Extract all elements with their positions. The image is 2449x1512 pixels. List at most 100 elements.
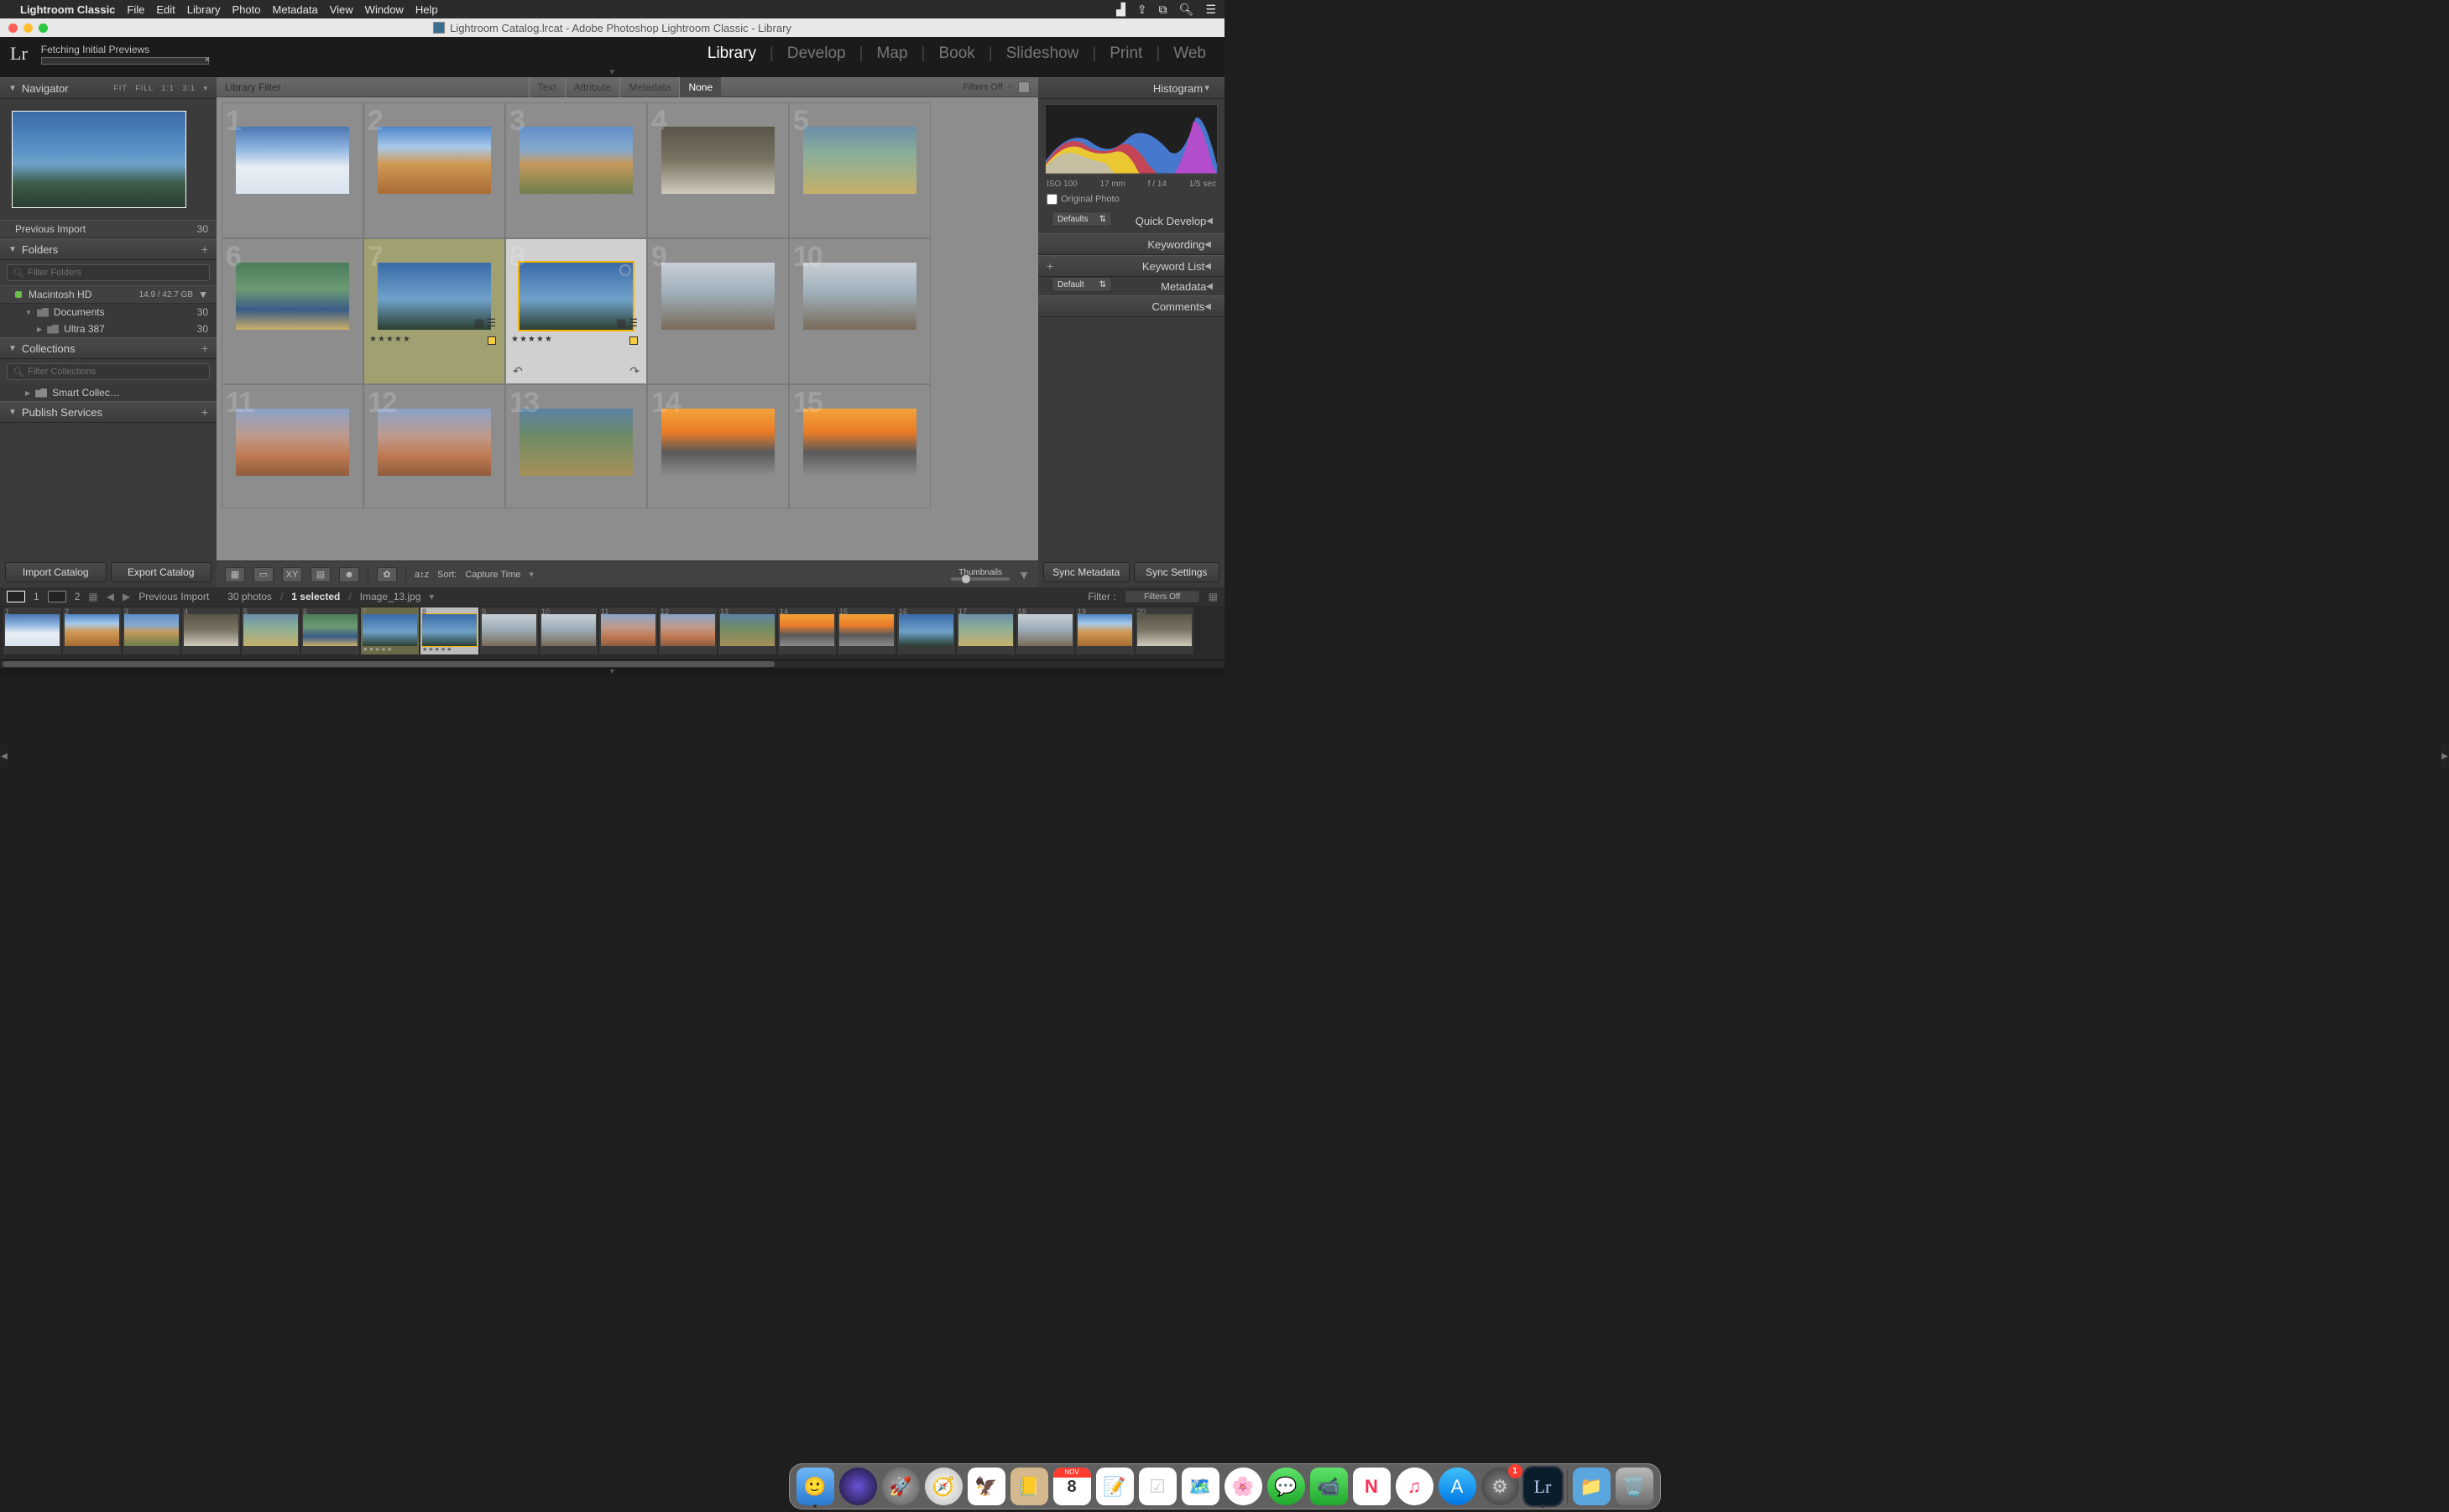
rating-stars[interactable]: ★★★★★ [369, 335, 499, 344]
menu-library[interactable]: Library [187, 3, 221, 16]
painter-tool-button[interactable]: ✿ [377, 567, 397, 582]
add-folder-icon[interactable]: + [201, 242, 208, 256]
filmstrip-cell[interactable]: 3 [123, 607, 180, 654]
metadata-badge-icon[interactable]: ☰ [628, 316, 638, 330]
thumbnail[interactable] [661, 127, 775, 194]
thumbnail[interactable] [236, 127, 349, 194]
rotate-cw-icon[interactable]: ↷ [629, 364, 640, 378]
disclosure-triangle-icon[interactable]: ▼ [25, 309, 32, 316]
disclosure-triangle-icon[interactable]: ◀ [1206, 282, 1213, 291]
navigator-header[interactable]: ▼ Navigator FIT FILL 1:1 3:1 ▾ [0, 77, 217, 99]
comments-header[interactable]: Comments◀ [1038, 295, 1224, 317]
histogram[interactable] [1045, 104, 1218, 175]
filmstrip-cell-active[interactable]: 8★★★★★ [420, 607, 478, 654]
grid-quick-nav-icon[interactable]: ▦ [88, 591, 97, 602]
dock-mail[interactable]: 🦅 [968, 1468, 1005, 1505]
collections-header[interactable]: ▼ Collections+ [0, 337, 217, 359]
folders-header[interactable]: ▼ Folders+ [0, 238, 217, 260]
histogram-header[interactable]: Histogram▼ [1038, 77, 1224, 99]
filter-none[interactable]: None [679, 77, 721, 97]
color-label-yellow[interactable] [629, 336, 638, 345]
filmstrip-cell[interactable]: 10 [540, 607, 598, 654]
add-collection-icon[interactable]: + [201, 342, 208, 355]
app-name[interactable]: Lightroom Classic [20, 3, 115, 16]
filmstrip-cell[interactable]: 15 [838, 607, 896, 654]
filmstrip-cell[interactable]: 11 [599, 607, 657, 654]
dock-news[interactable]: N [1353, 1468, 1391, 1505]
grid-cell[interactable]: 6 [222, 238, 363, 384]
filmstrip-cell[interactable]: 20 [1136, 607, 1193, 654]
thumbnail[interactable] [236, 263, 349, 330]
loupe-view-button[interactable]: ▭ [253, 567, 274, 582]
folder-documents[interactable]: ▼ Documents30 [0, 304, 217, 321]
rating-stars[interactable]: ★★★★★ [511, 335, 641, 344]
toolbar-content-popup-icon[interactable]: ▼ [1018, 568, 1030, 581]
disclosure-triangle-icon[interactable]: ◀ [1204, 240, 1211, 249]
add-keyword-icon[interactable]: + [1047, 259, 1053, 273]
filmstrip-cell[interactable]: 5 [242, 607, 300, 654]
original-photo-checkbox[interactable] [1047, 194, 1057, 205]
dock-safari[interactable]: 🧭 [925, 1468, 963, 1505]
filmstrip-scrollbar[interactable] [0, 660, 1224, 668]
add-publish-icon[interactable]: + [201, 405, 208, 419]
filmstrip-cell[interactable]: 16 [897, 607, 955, 654]
filmstrip-source[interactable]: Previous Import [138, 591, 209, 602]
menu-view[interactable]: View [330, 3, 353, 16]
zoom-3-1[interactable]: 3:1 [182, 84, 196, 92]
module-web[interactable]: Web [1160, 44, 1219, 63]
grid-view[interactable]: 1 2 3 4 5 6 7 ▦☰ ★★★★★ 8 ▦☰ ★★★★★ ↶↷ [217, 97, 1038, 560]
traffic-lights[interactable] [8, 23, 48, 33]
zoom-fill[interactable]: FILL [135, 84, 154, 92]
module-book[interactable]: Book [925, 44, 988, 63]
filmstrip[interactable]: 1 2 3 4 5 6 7★★★★★ 8★★★★★ 9 10 11 12 13 … [0, 606, 1224, 660]
sort-popup-icon[interactable]: ▾ [529, 569, 534, 580]
grid-cell[interactable]: 14 [647, 384, 789, 508]
zoom-popup-icon[interactable]: ▾ [203, 84, 208, 92]
publish-header[interactable]: ▼ Publish Services+ [0, 401, 217, 423]
compare-view-button[interactable]: XY [282, 567, 302, 582]
grid-cell[interactable]: 9 [647, 238, 789, 384]
progress-bar[interactable] [41, 57, 209, 65]
sync-metadata-button[interactable]: Sync Metadata [1043, 562, 1130, 582]
filmstrip-filter-select[interactable]: Filters Off [1125, 590, 1200, 603]
grid-cell-selected[interactable]: 8 ▦☰ ★★★★★ ↶↷ [505, 238, 647, 384]
color-label-yellow[interactable] [488, 336, 496, 345]
disclosure-triangle-icon[interactable]: ◀ [1204, 302, 1211, 311]
menu-photo[interactable]: Photo [232, 3, 261, 16]
disclosure-triangle-icon[interactable]: ▶ [25, 389, 30, 397]
disclosure-triangle-icon[interactable]: ▼ [8, 245, 17, 254]
folder-ultra387[interactable]: ▶ Ultra 38730 [0, 321, 217, 337]
disclosure-triangle-icon[interactable]: ▼ [8, 408, 17, 417]
disclosure-triangle-icon[interactable]: ◀ [1204, 262, 1211, 271]
dock-messages[interactable]: 💬 [1267, 1468, 1305, 1505]
disclosure-triangle-icon[interactable]: ◀ [1206, 216, 1213, 226]
grid-cell[interactable]: 15 [789, 384, 931, 508]
filmstrip-cell[interactable]: 13 [718, 607, 776, 654]
second-display-button[interactable] [48, 591, 66, 602]
zoom-1-1[interactable]: 1:1 [161, 84, 175, 92]
sort-value[interactable]: Capture Time [465, 570, 520, 580]
menu-metadata[interactable]: Metadata [273, 3, 318, 16]
grid-cell[interactable]: 1 [222, 102, 363, 238]
zoom-fit[interactable]: FIT [113, 84, 127, 92]
rotate-ccw-icon[interactable]: ↶ [513, 364, 523, 378]
screen-mirror-icon[interactable]: ⧉ [1159, 3, 1167, 17]
filmstrip-cell[interactable]: 18 [1016, 607, 1074, 654]
thumbnail[interactable] [378, 127, 491, 194]
keyword-badge-icon[interactable]: ▦ [616, 316, 626, 330]
spotlight-icon[interactable]: 🔍︎ [1179, 3, 1194, 17]
keywording-header[interactable]: Keywording◀ [1038, 233, 1224, 255]
control-center-icon[interactable]: ☰ [1205, 3, 1216, 17]
thumbnail[interactable] [803, 127, 916, 194]
dock-launchpad[interactable]: 🚀 [882, 1468, 920, 1505]
dock-calendar[interactable]: NOV8 [1053, 1468, 1091, 1505]
disclosure-triangle-icon[interactable]: ▼ [8, 344, 17, 353]
thumbnail[interactable] [236, 409, 349, 476]
filter-metadata[interactable]: Metadata [619, 77, 679, 97]
zoom-window-icon[interactable] [39, 23, 48, 33]
filmstrip-cell[interactable]: 17 [957, 607, 1015, 654]
grid-cell[interactable]: 11 [222, 384, 363, 508]
module-map[interactable]: Map [864, 44, 922, 63]
menu-window[interactable]: Window [365, 3, 404, 16]
dock-maps[interactable]: 🗺️ [1182, 1468, 1219, 1505]
